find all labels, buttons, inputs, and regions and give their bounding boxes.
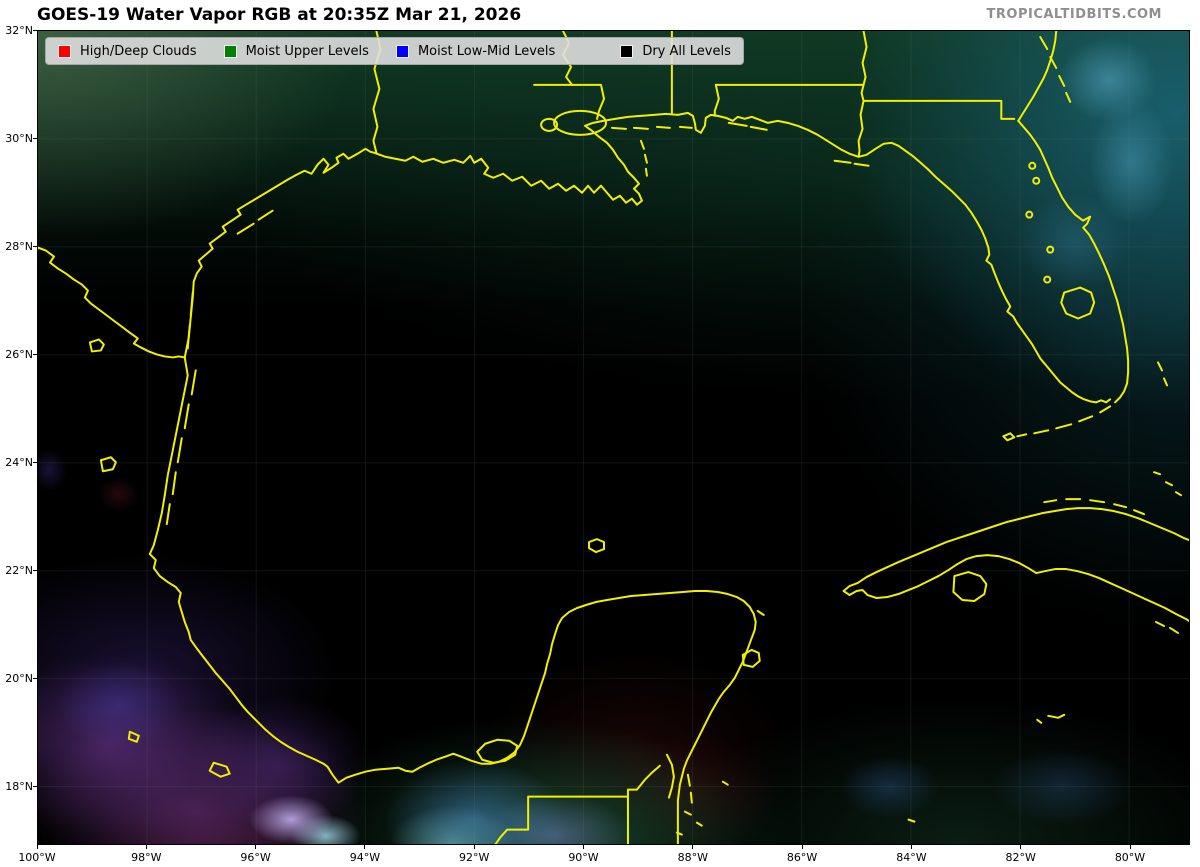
y-axis-tick bbox=[33, 353, 37, 355]
x-axis-label: 94°W bbox=[349, 851, 381, 864]
page-title: GOES-19 Water Vapor RGB at 20:35Z Mar 21… bbox=[37, 5, 522, 25]
legend-item-dry: Dry All Levels bbox=[620, 44, 731, 59]
black-swatch-icon bbox=[620, 44, 634, 58]
legend-label: High/Deep Clouds bbox=[80, 43, 197, 59]
x-axis-label: 88°W bbox=[677, 851, 708, 864]
y-axis-label: 28°N bbox=[5, 239, 33, 253]
red-swatch-icon bbox=[58, 44, 71, 58]
y-axis-tick bbox=[33, 462, 37, 464]
x-axis-tick bbox=[910, 845, 912, 849]
y-axis-label: 24°N bbox=[5, 456, 33, 470]
x-axis-label: 80°W bbox=[1114, 851, 1146, 864]
legend-item-high-deep-clouds: High/Deep Clouds bbox=[58, 44, 197, 59]
legend: High/Deep Clouds Moist Upper Levels Mois… bbox=[45, 37, 744, 65]
grid-lines bbox=[38, 31, 1189, 844]
x-axis-tick bbox=[1020, 845, 1022, 849]
map-canvas: High/Deep Clouds Moist Upper Levels Mois… bbox=[37, 30, 1190, 845]
x-axis-tick bbox=[583, 845, 584, 849]
y-axis-label: 26°N bbox=[5, 347, 33, 361]
y-axis-label: 18°N bbox=[5, 780, 33, 794]
x-axis-tick bbox=[473, 845, 475, 849]
legend-label: Moist Upper Levels bbox=[245, 43, 369, 59]
y-axis-label: 20°N bbox=[5, 672, 33, 686]
florida-atlantic-coastline bbox=[1002, 31, 1182, 497]
green-swatch-icon bbox=[223, 44, 237, 58]
legend-label: Dry All Levels bbox=[642, 43, 731, 59]
mexico-yucatan-coastline bbox=[99, 356, 916, 844]
state-border-lines bbox=[372, 31, 1016, 844]
blue-swatch-icon bbox=[395, 44, 409, 58]
x-axis-label: 96°W bbox=[240, 851, 271, 864]
x-axis-tick bbox=[364, 845, 366, 849]
legend-item-moist-upper: Moist Upper Levels bbox=[223, 43, 369, 59]
x-axis-label: 86°W bbox=[786, 851, 818, 864]
x-axis-label: 92°W bbox=[459, 851, 490, 864]
y-axis-tick bbox=[33, 137, 37, 139]
x-axis-tick bbox=[801, 845, 803, 849]
cuba-coastline bbox=[842, 498, 1189, 724]
x-axis-tick bbox=[1129, 845, 1131, 849]
x-axis-label: 84°W bbox=[896, 851, 927, 864]
coastline-overlay bbox=[38, 31, 1189, 844]
us-gulf-coastline bbox=[183, 109, 1112, 404]
y-axis-tick bbox=[33, 678, 37, 680]
y-axis-label: 30°N bbox=[5, 131, 33, 145]
y-axis-tick bbox=[33, 245, 37, 247]
x-axis-tick bbox=[145, 845, 147, 849]
y-axis-tick bbox=[33, 570, 37, 572]
x-axis-label: 90°W bbox=[568, 851, 599, 864]
y-axis-tick bbox=[33, 29, 37, 31]
legend-label: Moist Low-Mid Levels bbox=[417, 43, 556, 59]
x-axis-label: 82°W bbox=[1005, 851, 1036, 864]
satellite-map-figure: GOES-19 Water Vapor RGB at 20:35Z Mar 21… bbox=[0, 0, 1200, 867]
rio-grande-river bbox=[38, 246, 186, 359]
y-axis-tick bbox=[33, 786, 37, 788]
watermark-text: TROPICALTIDBITS.COM bbox=[986, 7, 1162, 22]
legend-item-moist-low-mid: Moist Low-Mid Levels bbox=[395, 43, 556, 59]
x-axis-label: 98°W bbox=[131, 851, 162, 864]
x-axis-tick bbox=[692, 845, 694, 849]
x-axis-tick bbox=[36, 845, 38, 849]
x-axis-tick bbox=[255, 845, 257, 849]
x-axis-label: 100°W bbox=[18, 851, 56, 864]
y-axis-label: 22°N bbox=[5, 564, 33, 578]
y-axis-label: 32°N bbox=[5, 23, 33, 37]
